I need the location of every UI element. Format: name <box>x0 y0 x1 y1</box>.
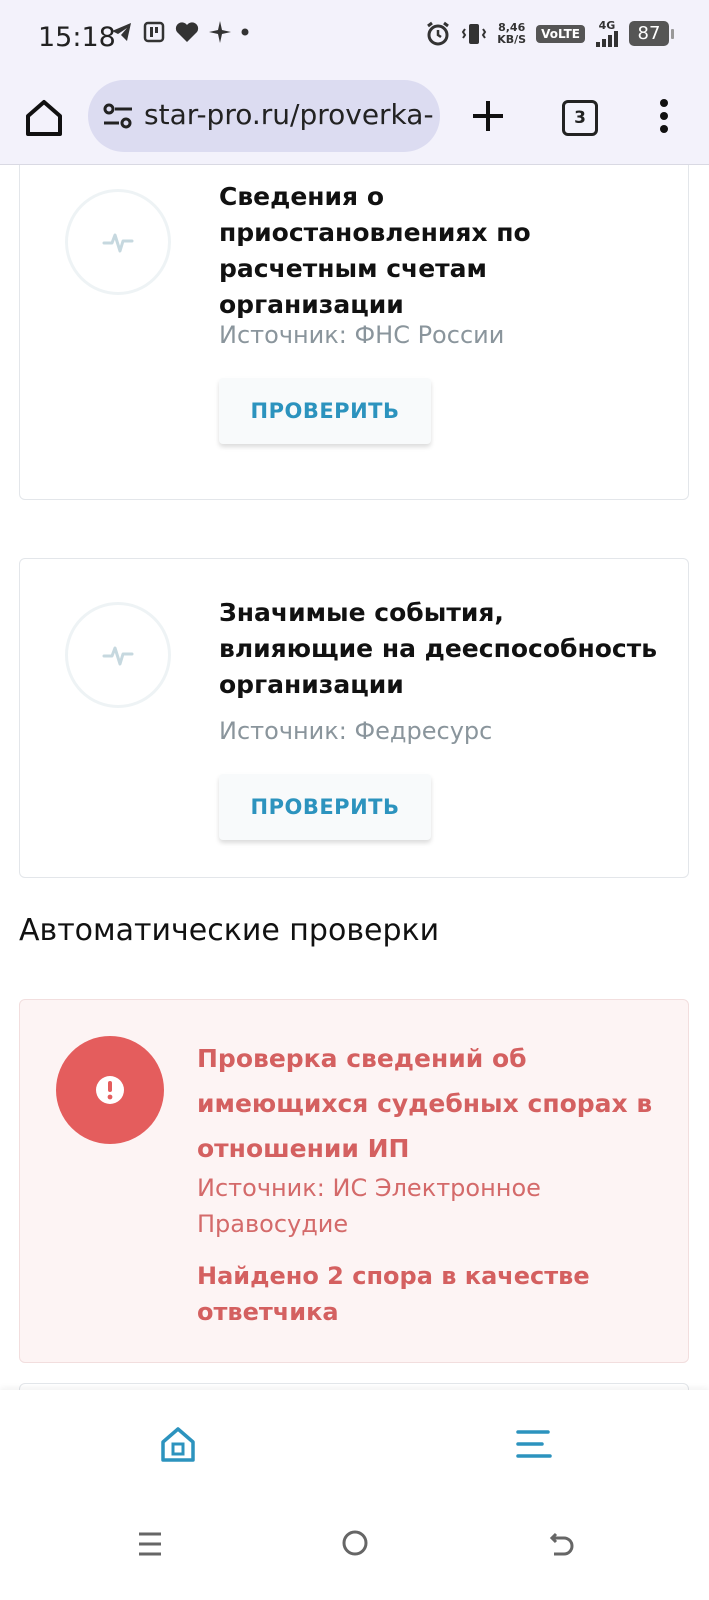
address-bar[interactable]: star-pro.ru/proverka-l <box>88 80 440 152</box>
volte-badge: VoLTE <box>536 24 585 43</box>
site-settings-icon[interactable] <box>102 102 134 130</box>
exclamation-icon <box>96 1076 124 1104</box>
system-navigation-bar <box>0 1500 709 1600</box>
app-notification-icon <box>143 21 165 43</box>
plus-icon[interactable] <box>468 96 508 136</box>
check-card: Значимые события, влияющие на дееспособн… <box>19 558 689 878</box>
system-icons: 8,46 KB/S VoLTE 4G 87 <box>425 20 674 47</box>
page-content: Сведения о приостановлениях по расчетным… <box>0 165 709 1390</box>
url-text[interactable]: star-pro.ru/proverka-l <box>144 98 434 131</box>
heart-icon <box>175 22 199 42</box>
signal-bars-icon <box>596 31 618 47</box>
battery-level: 87 <box>629 21 674 46</box>
card-source: Источник: Федресурс <box>219 717 493 745</box>
network-speed-value: 8,46 <box>498 20 526 34</box>
dot-icon <box>241 28 249 36</box>
home-circle-icon[interactable] <box>340 1528 370 1558</box>
card-title: Значимые события, влияющие на дееспособн… <box>219 598 658 699</box>
signal-indicator: 4G <box>595 20 619 47</box>
check-card: Сведения о приостановлениях по расчетным… <box>19 165 689 500</box>
kebab-menu-icon[interactable] <box>654 96 674 136</box>
tab-switcher-button[interactable]: 3 <box>562 100 598 136</box>
alarm-icon <box>427 21 450 45</box>
check-card-partial <box>19 1383 689 1390</box>
network-speed: 8,46 KB/S <box>497 20 527 46</box>
network-speed-unit: KB/S <box>497 32 527 46</box>
pulse-icon <box>102 233 134 253</box>
home-icon[interactable] <box>158 1424 198 1464</box>
status-bar: 15:18 8,46 KB/S VoLTE 4G 87 <box>0 0 709 76</box>
check-button[interactable]: ПРОВЕРИТЬ <box>219 774 431 840</box>
alert-icon-circle <box>56 1036 164 1144</box>
browser-toolbar: star-pro.ru/proverka-l 3 <box>0 76 709 165</box>
card-title: Сведения о приостановлениях по расчетным… <box>219 182 531 319</box>
card-icon-circle <box>65 189 171 295</box>
notification-icons <box>110 20 250 44</box>
clock: 15:18 <box>38 22 116 53</box>
back-icon[interactable] <box>546 1528 576 1558</box>
card-source: Источник: ФНС России <box>219 321 505 349</box>
check-button[interactable]: ПРОВЕРИТЬ <box>219 378 431 444</box>
hamburger-menu-icon[interactable] <box>514 1424 554 1464</box>
bottom-nav <box>0 1390 709 1500</box>
alert-title: Проверка сведений об имеющихся судебных … <box>197 1044 653 1163</box>
alert-card: Проверка сведений об имеющихся судебных … <box>19 999 689 1363</box>
vibrate-icon <box>462 23 487 44</box>
recent-apps-icon[interactable] <box>136 1528 164 1560</box>
pulse-icon <box>102 646 134 666</box>
signal-type: 4G <box>598 19 616 32</box>
telegram-icon <box>112 23 131 41</box>
sparkle-icon <box>209 21 231 43</box>
alert-source: Источник: ИС Электронное Правосудие <box>197 1174 541 1238</box>
home-icon[interactable] <box>22 96 66 140</box>
section-title: Автоматические проверки <box>19 913 440 948</box>
alert-result: Найдено 2 спора в качестве ответчика <box>197 1262 590 1326</box>
card-icon-circle <box>65 602 171 708</box>
